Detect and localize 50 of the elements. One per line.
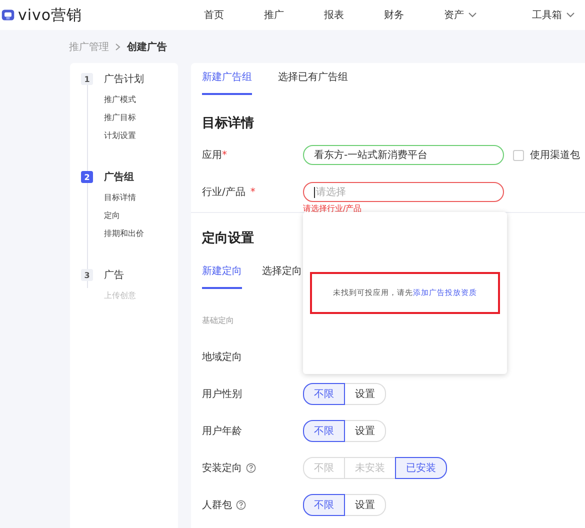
error-message: 请选择行业/产品 [303,203,363,214]
required-mark: * [250,186,256,198]
checkbox-label: 使用渠道包 [530,148,580,162]
field-label: 用户年龄 [202,424,242,438]
step-title: 广告计划 [104,72,144,86]
segment-option[interactable]: 不限 [303,420,345,442]
field-label: 地域定向 [202,350,242,364]
field-label: 安装定向 [202,462,242,474]
nav-item[interactable]: 资产 [444,8,477,22]
nav-item[interactable]: 推广 [264,8,284,22]
step-link[interactable]: 目标详情 [70,189,178,207]
breadcrumb-item: 创建广告 [127,40,167,54]
step-number: 3 [81,269,93,281]
tab[interactable]: 新建广告组 [202,70,252,95]
step-link[interactable]: 推广模式 [70,91,178,109]
segment-option[interactable]: 已安装 [395,456,447,478]
segment-option[interactable]: 设置 [344,494,386,516]
group-label: 基础定向 [202,315,235,326]
nav-item[interactable]: 首页 [204,8,224,22]
step-link[interactable]: 排期和出价 [70,225,178,243]
nav-item[interactable]: 工具箱 [532,8,575,22]
step-link[interactable]: 计划设置 [70,127,178,145]
segment-option[interactable]: 不限 [303,494,345,516]
nav-item[interactable]: 财务 [384,8,404,22]
input-field[interactable]: 看东方-一站式新消费平台 [303,145,504,165]
step-title: 广告 [104,268,124,282]
step-title: 广告组 [104,170,134,184]
step-link[interactable]: 推广目标 [70,109,178,127]
section-title: 目标详情 [202,114,255,132]
step-number: 1 [81,73,93,85]
tab[interactable]: 新建定向 [202,264,242,289]
tab[interactable]: 选择已有广告组 [278,70,348,95]
required-mark: * [222,150,227,160]
segment-option[interactable]: 不限 [303,382,345,404]
field-label: 人群包 [202,498,232,512]
field-label: 用户性别 [202,388,242,400]
help-icon[interactable] [246,462,256,472]
step-link[interactable]: 定向 [70,207,178,225]
chevron-right-icon [115,42,121,50]
help-icon[interactable] [236,500,246,510]
checkbox[interactable] [513,150,524,160]
field-label: 应用 [202,148,222,162]
section-title: 定向设置 [202,230,255,247]
segment-option[interactable]: 设置 [344,420,386,442]
nav-item[interactable]: 报表 [324,8,344,22]
step-number: 2 [81,171,93,183]
segment-option[interactable]: 设置 [344,382,386,404]
brand-logo[interactable]: vivo营销 [18,6,82,24]
field-label: 行业/产品 [202,186,246,199]
tab[interactable]: 选择定向 [262,264,302,289]
